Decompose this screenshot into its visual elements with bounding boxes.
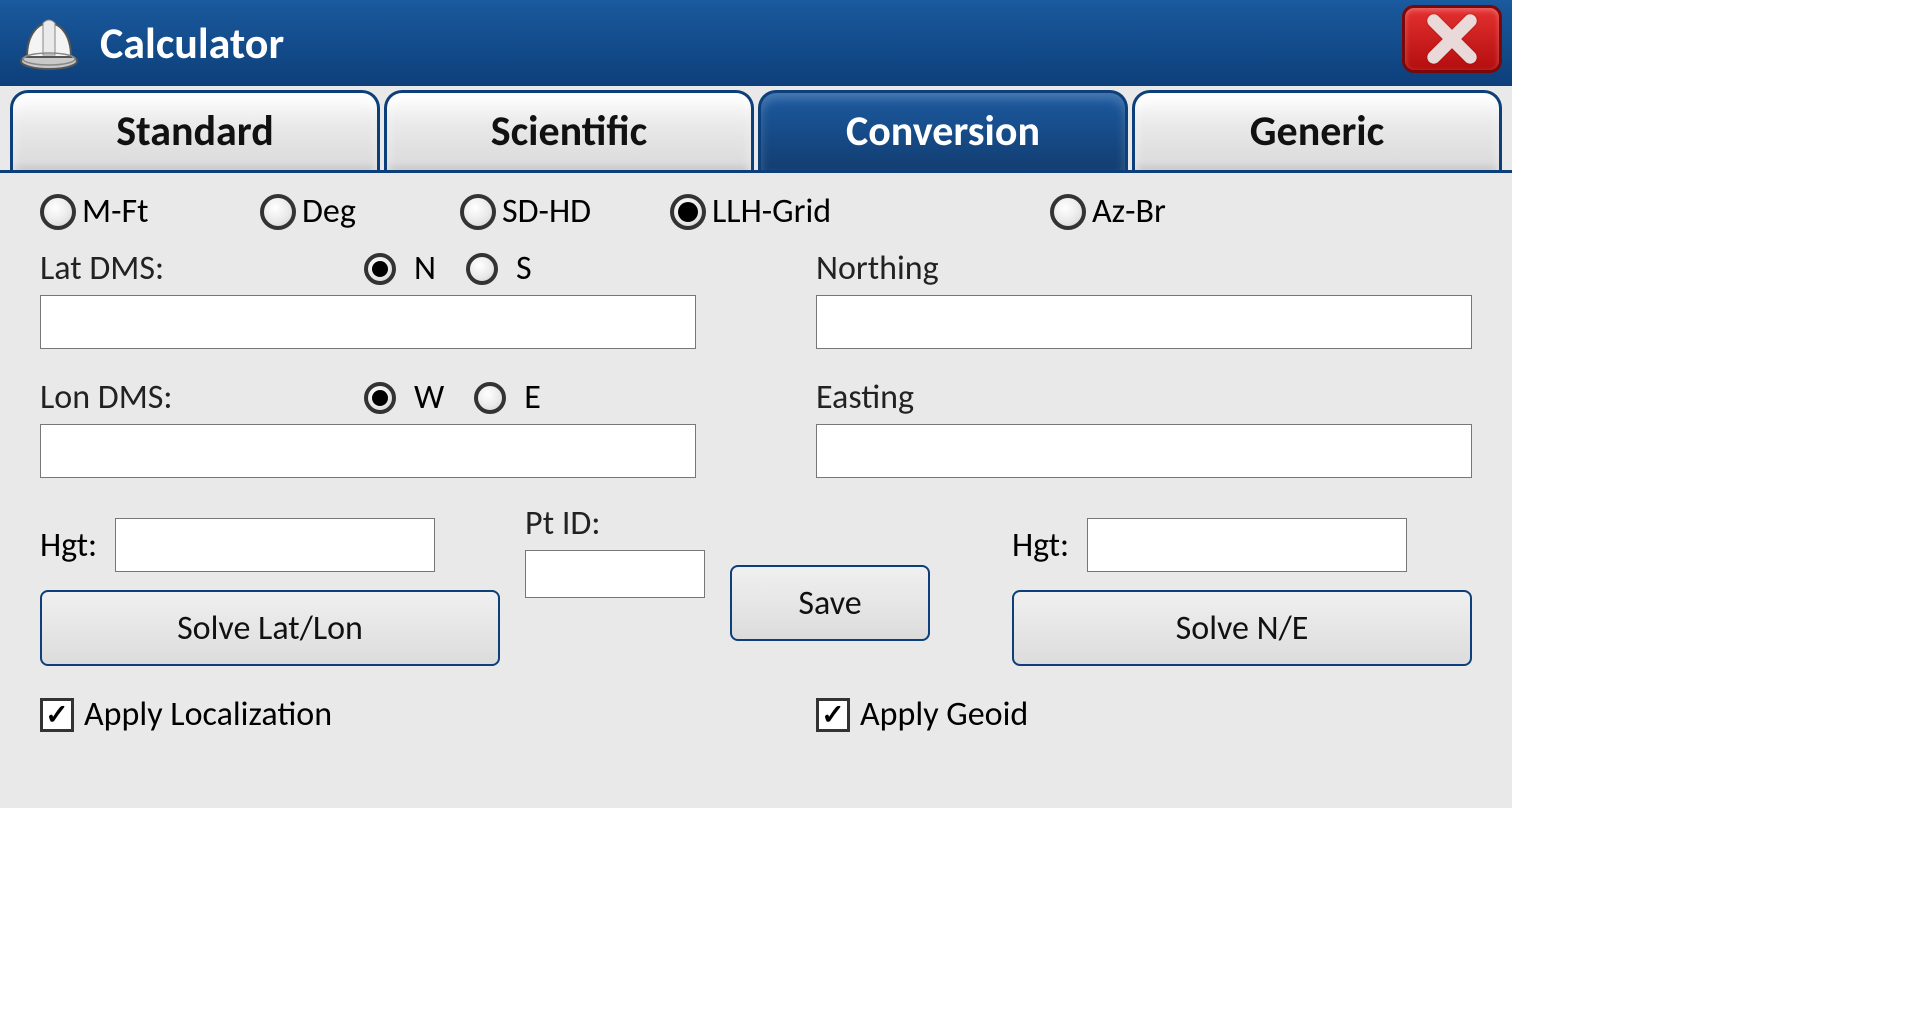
radio-icon — [364, 253, 396, 285]
lat-n-label: N — [414, 248, 436, 289]
left-column: Lat DMS: N S Lon DMS: — [40, 240, 696, 478]
lon-e-label: E — [524, 377, 541, 418]
close-button[interactable] — [1402, 5, 1502, 73]
hgt-right-label: Hgt: — [1012, 525, 1069, 566]
mode-llh-grid[interactable]: LLH-Grid — [670, 191, 1040, 232]
mode-label: Deg — [302, 191, 356, 232]
checkbox-icon — [40, 698, 74, 732]
radio-icon — [474, 382, 506, 414]
radio-icon — [260, 194, 296, 230]
apply-localization-label: Apply Localization — [84, 694, 332, 735]
mode-label: Az-Br — [1092, 191, 1166, 232]
lat-s-label: S — [516, 248, 532, 289]
easting-label: Easting — [816, 377, 1472, 418]
mode-label: M-Ft — [82, 191, 149, 232]
lat-s-option[interactable]: S — [466, 248, 532, 289]
northing-label: Northing — [816, 248, 1472, 289]
tab-conversion[interactable]: Conversion — [758, 90, 1128, 170]
tab-standard[interactable]: Standard — [10, 90, 380, 170]
hardhat-icon — [14, 8, 84, 78]
ptid-input[interactable] — [525, 550, 705, 598]
lon-e-option[interactable]: E — [474, 377, 541, 418]
lon-w-label: W — [414, 377, 444, 418]
content-area: M-Ft Deg SD-HD LLH-Grid Az-Br — [0, 173, 1512, 808]
hgt-left-input[interactable] — [115, 518, 435, 572]
mode-sdhd[interactable]: SD-HD — [460, 191, 660, 232]
tab-scientific[interactable]: Scientific — [384, 90, 754, 170]
tab-generic[interactable]: Generic — [1132, 90, 1502, 170]
lat-input[interactable] — [40, 295, 696, 349]
lon-input[interactable] — [40, 424, 696, 478]
radio-icon — [364, 382, 396, 414]
lon-label: Lon DMS: — [40, 377, 340, 418]
save-button[interactable]: Save — [730, 565, 930, 641]
hgt-right-input[interactable] — [1087, 518, 1407, 572]
tab-bar: Standard Scientific Conversion Generic — [0, 84, 1512, 173]
ptid-label: Pt ID: — [525, 503, 600, 544]
calculator-window: Calculator Standard Scientific Conversio… — [0, 0, 1512, 808]
radio-icon — [1050, 194, 1086, 230]
lat-n-option[interactable]: N — [364, 248, 436, 289]
solve-ne-button[interactable]: Solve N/E — [1012, 590, 1472, 666]
radio-icon — [466, 253, 498, 285]
apply-geoid-checkbox[interactable]: Apply Geoid — [816, 694, 1472, 735]
mode-mft[interactable]: M-Ft — [40, 191, 250, 232]
mode-label: SD-HD — [502, 191, 591, 232]
close-x-icon — [1426, 13, 1478, 65]
right-column: Northing Easting — [816, 240, 1472, 478]
ptid-block: Pt ID: — [525, 503, 745, 598]
radio-icon — [460, 194, 496, 230]
titlebar: Calculator — [0, 0, 1512, 86]
hgt-left-label: Hgt: — [40, 525, 97, 566]
northing-input[interactable] — [816, 295, 1472, 349]
radio-icon — [40, 194, 76, 230]
radio-icon — [670, 194, 706, 230]
window-title: Calculator — [100, 16, 284, 70]
checkbox-icon — [816, 698, 850, 732]
apply-localization-checkbox[interactable]: Apply Localization — [40, 694, 696, 735]
apply-geoid-label: Apply Geoid — [860, 694, 1028, 735]
mode-azbr[interactable]: Az-Br — [1050, 191, 1166, 232]
easting-input[interactable] — [816, 424, 1472, 478]
solve-latlon-button[interactable]: Solve Lat/Lon — [40, 590, 500, 666]
mode-deg[interactable]: Deg — [260, 191, 450, 232]
mode-radio-row: M-Ft Deg SD-HD LLH-Grid Az-Br — [40, 191, 1472, 232]
lon-w-option[interactable]: W — [364, 377, 444, 418]
lat-label: Lat DMS: — [40, 248, 340, 289]
mode-label: LLH-Grid — [712, 191, 831, 232]
